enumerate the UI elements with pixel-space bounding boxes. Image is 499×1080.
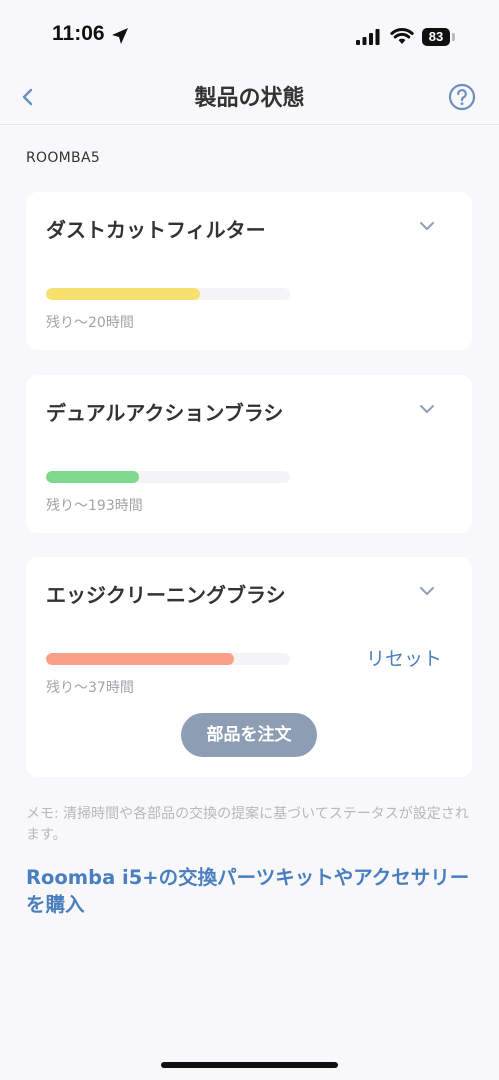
- home-indicator: [161, 1062, 338, 1068]
- wifi-icon: [390, 28, 414, 44]
- part-name: エッジクリーニングブラシ: [46, 583, 286, 607]
- chevron-down-icon[interactable]: [415, 579, 439, 603]
- life-bar: [46, 653, 290, 665]
- part-card-dual-brush: デュアルアクションブラシ 残り〜193時間: [26, 375, 472, 533]
- status-time: 11:06: [52, 22, 105, 45]
- life-bar: [46, 471, 290, 483]
- battery-tip: [452, 33, 455, 41]
- part-card-dust-filter: ダストカットフィルター 残り〜20時間: [26, 192, 472, 350]
- life-bar-fill: [46, 653, 234, 665]
- remaining-time: 残り〜37時間: [46, 680, 134, 696]
- order-parts-button[interactable]: 部品を注文: [181, 713, 317, 757]
- part-card-edge-brush: エッジクリーニングブラシ リセット 残り〜37時間 部品を注文: [26, 557, 472, 777]
- battery-indicator: 83: [422, 28, 450, 46]
- reset-button[interactable]: リセット: [366, 644, 442, 671]
- buy-parts-link[interactable]: Roomba i5+の交換パーツキットやアクセサリーを購入: [26, 864, 472, 918]
- location-arrow-icon: [112, 28, 128, 44]
- status-note: メモ: 清掃時間や各部品の交換の提案に基づいてステータスが設定されます。: [26, 806, 469, 843]
- remaining-time: 残り〜20時間: [46, 315, 134, 331]
- help-icon[interactable]: [447, 82, 477, 112]
- life-bar: [46, 288, 290, 300]
- remaining-time: 残り〜193時間: [46, 498, 143, 514]
- chevron-down-icon[interactable]: [415, 214, 439, 238]
- device-name: ROOMBA5: [26, 150, 101, 166]
- signal-icon: [356, 29, 380, 45]
- nav-bar: 製品の状態: [0, 70, 499, 125]
- chevron-down-icon[interactable]: [415, 397, 439, 421]
- part-name: ダストカットフィルター: [46, 218, 266, 242]
- life-bar-fill: [46, 288, 200, 300]
- page-title: 製品の状態: [194, 86, 305, 111]
- life-bar-fill: [46, 471, 139, 483]
- status-bar: 11:06 83: [0, 0, 499, 70]
- part-name: デュアルアクションブラシ: [46, 401, 284, 425]
